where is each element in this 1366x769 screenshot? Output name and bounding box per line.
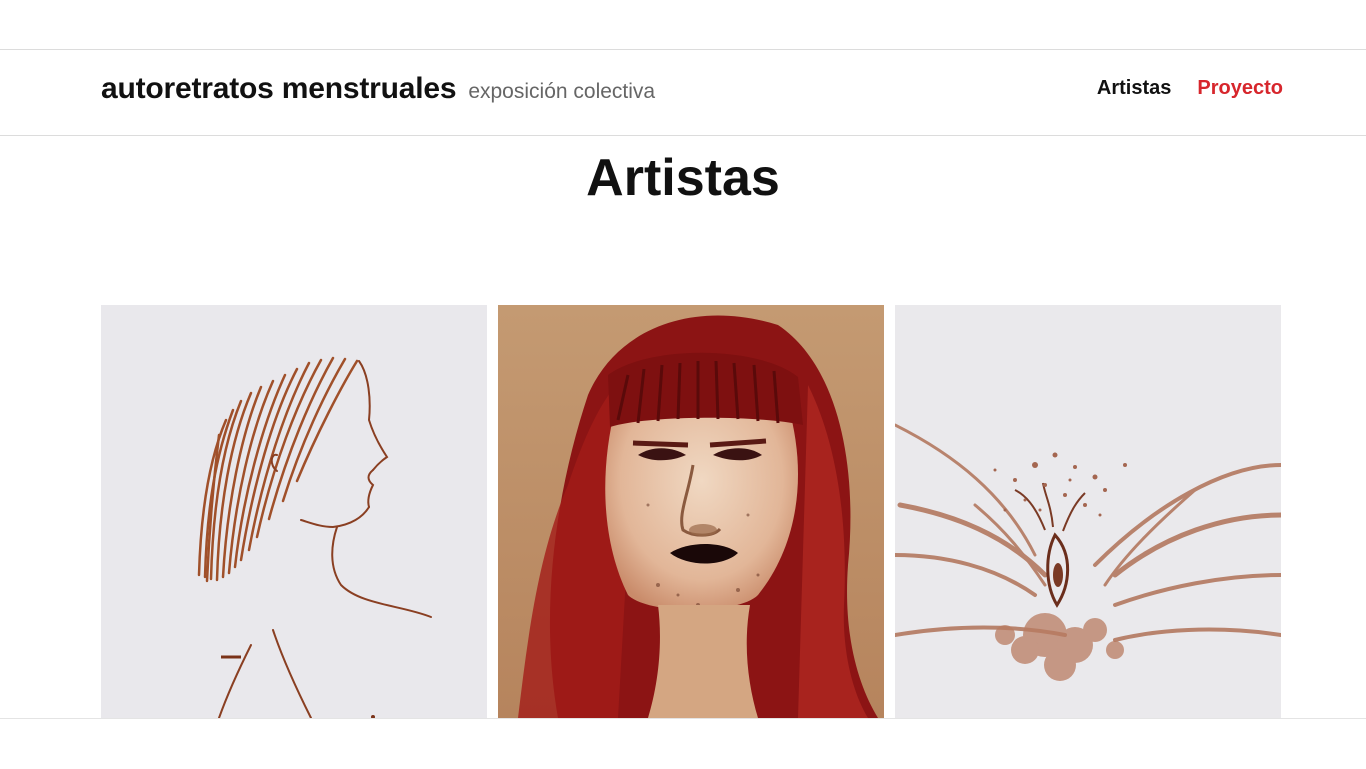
browser-top-strip [0, 0, 1366, 50]
artwork-gallery [101, 305, 1283, 718]
site-header: autoretratos menstruales exposición cole… [0, 50, 1366, 136]
nav-link-proyecto[interactable]: Proyecto [1197, 77, 1283, 100]
main-nav: Artistas Proyecto [1097, 77, 1283, 100]
browser-bottom-strip [0, 718, 1366, 769]
page-title: Artistas [586, 149, 780, 207]
red-portrait-image [498, 305, 884, 718]
abstract-floral-image [895, 305, 1281, 718]
nav-link-artistas[interactable]: Artistas [1097, 77, 1171, 100]
brand: autoretratos menstruales exposición cole… [101, 72, 655, 106]
site-title-link[interactable]: autoretratos menstruales [101, 72, 457, 106]
artwork-card-1[interactable] [101, 305, 487, 718]
profile-drawing-image [101, 305, 487, 718]
artwork-card-3[interactable] [895, 305, 1281, 718]
artwork-card-2[interactable] [498, 305, 884, 718]
site-subtitle: exposición colectiva [468, 80, 656, 103]
